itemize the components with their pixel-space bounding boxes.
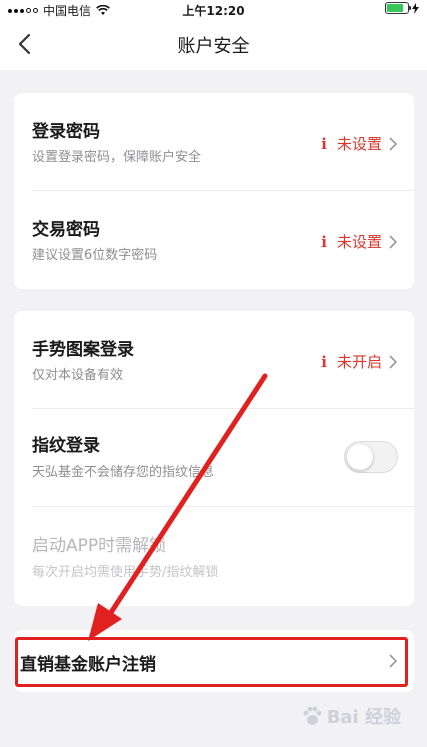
battery-icon <box>385 2 411 14</box>
status-text: 未开启 <box>336 353 382 371</box>
gesture-login-status: i 未开启 <box>321 351 398 372</box>
fingerprint-login-row: 指纹登录 天弘基金不会储存您的指纹信息 <box>14 409 414 507</box>
password-card: 登录密码 设置登录密码，保障账户安全 i 未设置 交易密码 建议设置6位数字密码… <box>14 93 414 289</box>
login-password-status: i 未设置 <box>321 133 398 154</box>
fingerprint-toggle[interactable] <box>344 441 398 473</box>
status-text: 未设置 <box>336 135 382 153</box>
clock: 上午12:20 <box>182 4 245 18</box>
watermark: Bai 经验 <box>301 703 401 729</box>
trade-password-row[interactable]: 交易密码 建议设置6位数字密码 i 未设置 <box>14 191 414 289</box>
charging-icon <box>412 2 419 14</box>
unlock-on-start-row: 启动APP时需解锁 每次开启均需使用手势/指纹解锁 <box>14 507 414 606</box>
warning-icon: i <box>321 232 327 251</box>
fingerprint-login-title: 指纹登录 <box>32 436 100 456</box>
chevron-right-icon <box>389 136 398 151</box>
gesture-login-subtitle: 仅对本设备有效 <box>32 368 124 383</box>
gesture-login-title: 手势图案登录 <box>32 340 134 360</box>
unlock-on-start-subtitle: 每次开启均需使用手势/指纹解锁 <box>32 565 219 580</box>
warning-icon: i <box>321 352 327 371</box>
login-password-row[interactable]: 登录密码 设置登录密码，保障账户安全 i 未设置 <box>14 93 414 191</box>
trade-password-status: i 未设置 <box>321 231 398 252</box>
chevron-right-icon <box>389 354 398 369</box>
login-security-card: 手势图案登录 仅对本设备有效 i 未开启 指纹登录 天弘基金不会储存您的指纹信息… <box>14 311 414 606</box>
login-password-title: 登录密码 <box>32 122 100 142</box>
gesture-login-row[interactable]: 手势图案登录 仅对本设备有效 i 未开启 <box>14 311 414 409</box>
login-password-subtitle: 设置登录密码，保障账户安全 <box>32 150 202 165</box>
chevron-right-icon <box>389 234 398 249</box>
toggle-knob <box>347 444 373 470</box>
unlock-on-start-title: 启动APP时需解锁 <box>32 536 167 556</box>
battery-level <box>387 4 404 12</box>
highlight-box <box>15 637 408 687</box>
trade-password-title: 交易密码 <box>32 220 100 240</box>
nav-bar: 账户安全 <box>0 18 427 70</box>
paw-icon <box>303 706 322 725</box>
status-text: 未设置 <box>336 233 382 251</box>
trade-password-subtitle: 建议设置6位数字密码 <box>32 248 158 263</box>
page-title: 账户安全 <box>177 36 250 57</box>
status-right <box>385 2 419 14</box>
status-bar: 中国电信 上午12:20 <box>0 0 427 18</box>
warning-icon: i <box>321 134 327 153</box>
fingerprint-login-subtitle: 天弘基金不会储存您的指纹信息 <box>32 465 215 480</box>
watermark-text: Bai 经验 <box>326 707 401 728</box>
